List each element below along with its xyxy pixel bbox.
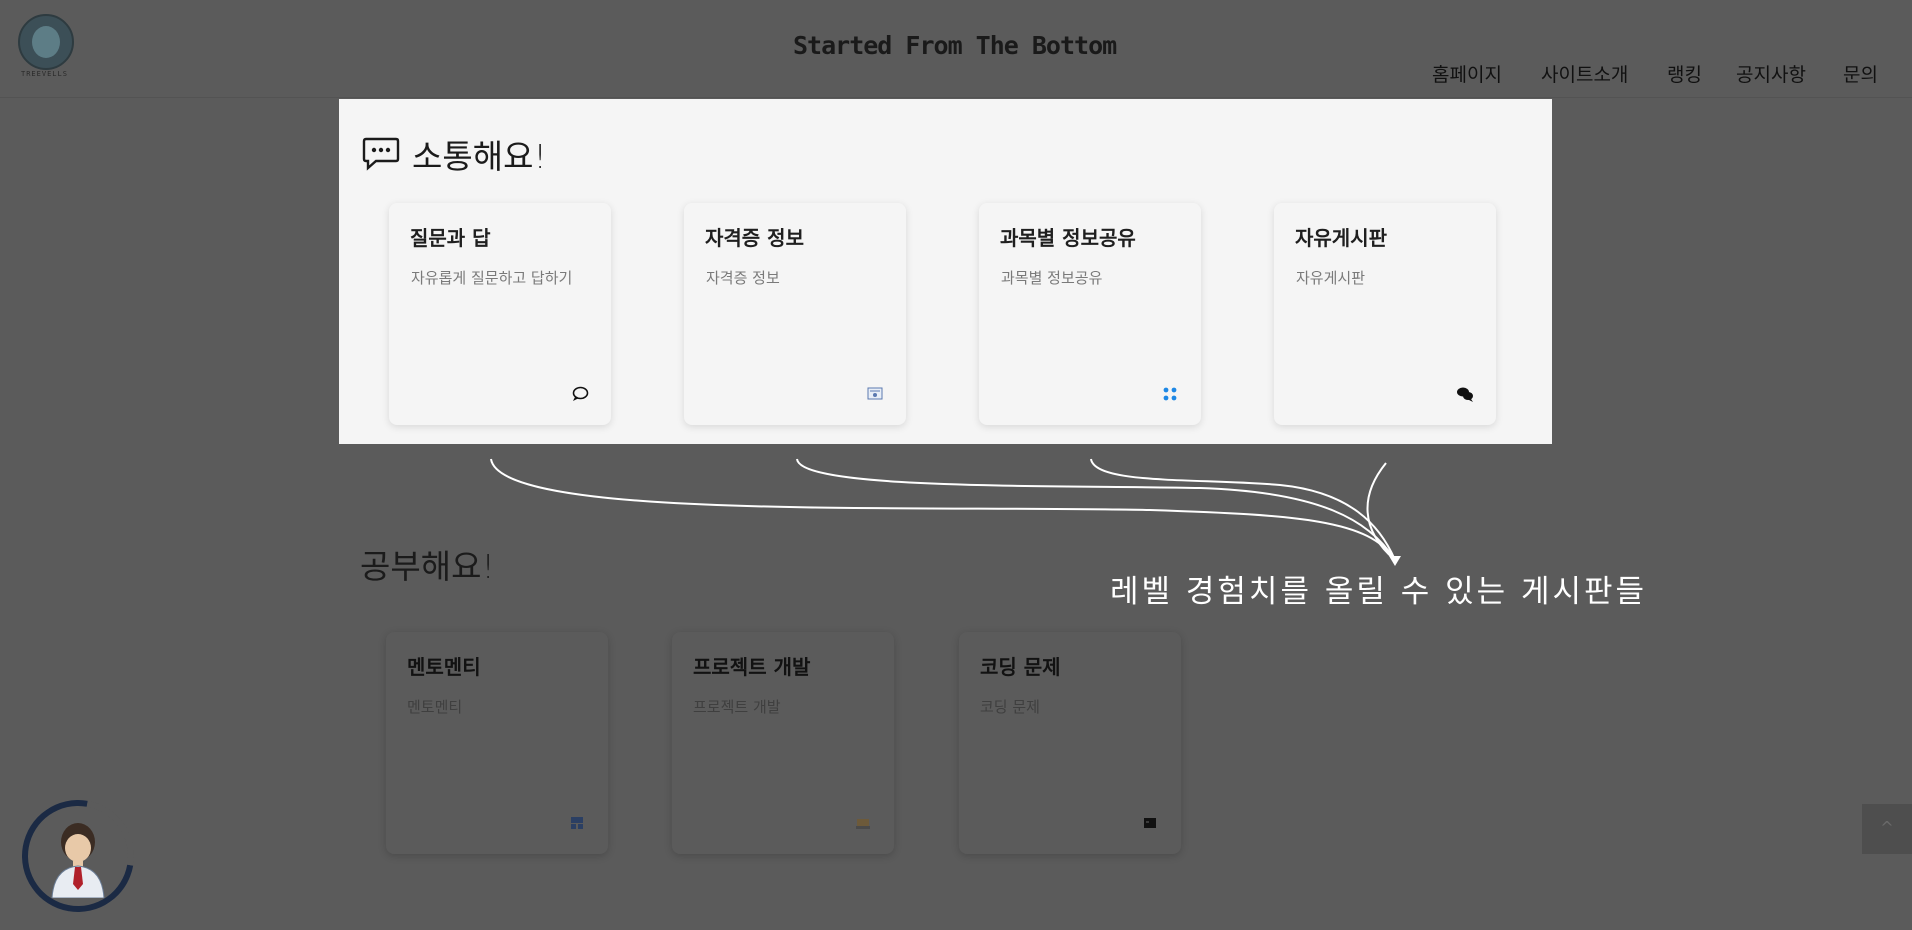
annotation-arrows: [490, 458, 1401, 566]
scroll-top-button[interactable]: ^: [1862, 804, 1912, 854]
annotation-text: 레벨 경험치를 올릴 수 있는 게시판들: [1110, 574, 1648, 610]
user-avatar-icon[interactable]: [42, 816, 114, 898]
